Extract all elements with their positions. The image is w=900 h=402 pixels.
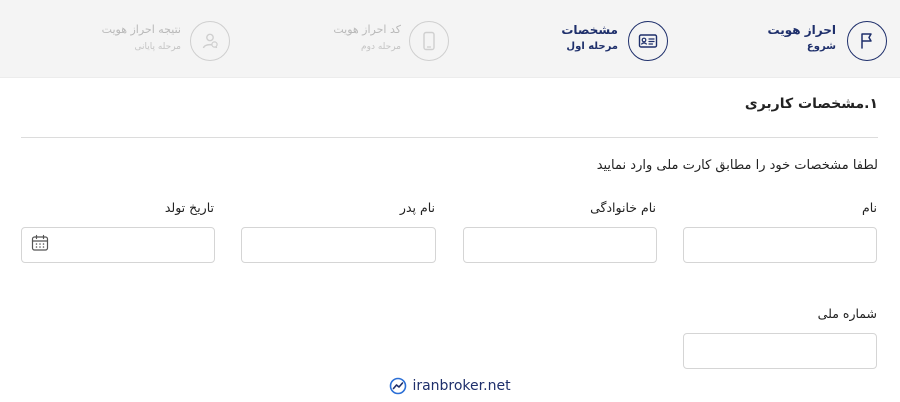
calendar-icon[interactable] — [31, 234, 49, 252]
form-instruction: لطفا مشخصات خود را مطابق کارت ملی وارد ن… — [596, 158, 878, 173]
step-verification-code-circle — [409, 21, 449, 61]
first-name-label: نام — [861, 200, 877, 215]
footer-brand-text: iranbroker.net — [412, 378, 511, 394]
chart-logo-icon — [390, 377, 407, 395]
national-id-label: شماره ملی — [817, 306, 877, 321]
id-card-icon — [638, 34, 658, 48]
step-verification-code-title: کد احراز هویت — [333, 23, 401, 36]
step-verification-code: کد احراز هویت مرحله دوم — [330, 0, 460, 77]
step-start-subtitle: شروع — [806, 41, 836, 52]
last-name-input[interactable] — [463, 227, 657, 263]
birth-date-input[interactable] — [21, 227, 215, 263]
step-result-title: نتیجه احراز هویت — [101, 23, 181, 36]
step-start: احراز هویت شروع — [760, 0, 900, 77]
birth-date-label: تاریخ تولد — [164, 200, 214, 215]
footer-brand: iranbroker.net — [0, 377, 900, 399]
father-name-input[interactable] — [241, 227, 436, 263]
progress-stepper: احراز هویت شروع مشخصات مرحله اول کد احرا… — [0, 0, 900, 78]
section-title: ۱.مشخصات کاربری — [744, 96, 878, 112]
step-details-title: مشخصات — [561, 23, 618, 37]
user-check-icon — [202, 33, 218, 49]
section-divider — [21, 137, 878, 138]
step-result: نتیجه احراز هویت مرحله پایانی — [95, 0, 235, 77]
mobile-phone-icon — [423, 31, 435, 51]
step-details: مشخصات مرحله اول — [560, 0, 680, 77]
step-details-circle — [628, 21, 668, 61]
last-name-label: نام خانوادگی — [590, 200, 656, 215]
father-name-label: نام پدر — [399, 200, 435, 215]
flag-icon — [861, 33, 872, 49]
step-result-circle — [190, 21, 230, 61]
first-name-input[interactable] — [683, 227, 877, 263]
step-start-title: احراز هویت — [767, 23, 836, 37]
national-id-input[interactable] — [683, 333, 877, 369]
step-verification-code-subtitle: مرحله دوم — [361, 42, 401, 52]
step-start-circle — [847, 21, 887, 61]
step-details-subtitle: مرحله اول — [566, 41, 618, 52]
step-result-subtitle: مرحله پایانی — [134, 42, 181, 52]
